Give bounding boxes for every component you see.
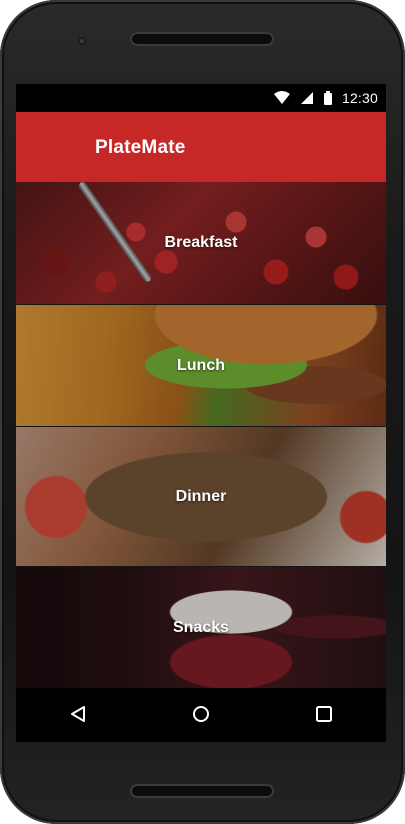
category-label-snacks: Snacks: [172, 618, 230, 636]
navigation-bar: [16, 685, 386, 742]
category-card-lunch[interactable]: Lunch: [16, 305, 386, 427]
status-bar: 12:30: [16, 84, 386, 112]
home-button[interactable]: [177, 690, 225, 738]
category-label-dinner: Dinner: [175, 487, 227, 505]
category-card-dinner[interactable]: Dinner: [16, 427, 386, 567]
wifi-icon: [273, 91, 290, 104]
status-time: 12:30: [341, 90, 378, 106]
cell-signal-icon: [300, 92, 313, 104]
category-label-breakfast: Breakfast: [164, 234, 238, 251]
category-label-lunch: Lunch: [177, 356, 225, 374]
status-icons: 12:30: [273, 90, 378, 106]
recents-icon: [316, 705, 333, 722]
back-button[interactable]: [54, 690, 102, 738]
earpiece-speaker: [130, 32, 274, 46]
category-card-snacks[interactable]: Snacks: [16, 567, 386, 689]
bottom-speaker: [130, 784, 274, 798]
phone-frame: 12:30 PlateMate Breakfast Lunch Dinner S…: [0, 0, 405, 824]
category-card-breakfast[interactable]: Breakfast: [16, 182, 386, 305]
app-bar: PlateMate: [16, 112, 386, 182]
screen: 12:30 PlateMate Breakfast Lunch Dinner S…: [16, 84, 386, 742]
app-title: PlateMate: [95, 137, 186, 158]
front-camera: [78, 37, 86, 45]
back-icon: [70, 705, 85, 722]
home-icon: [192, 705, 209, 722]
battery-icon: [323, 91, 332, 105]
recents-button[interactable]: [300, 690, 348, 738]
category-list: Breakfast Lunch Dinner Snacks: [16, 182, 386, 689]
